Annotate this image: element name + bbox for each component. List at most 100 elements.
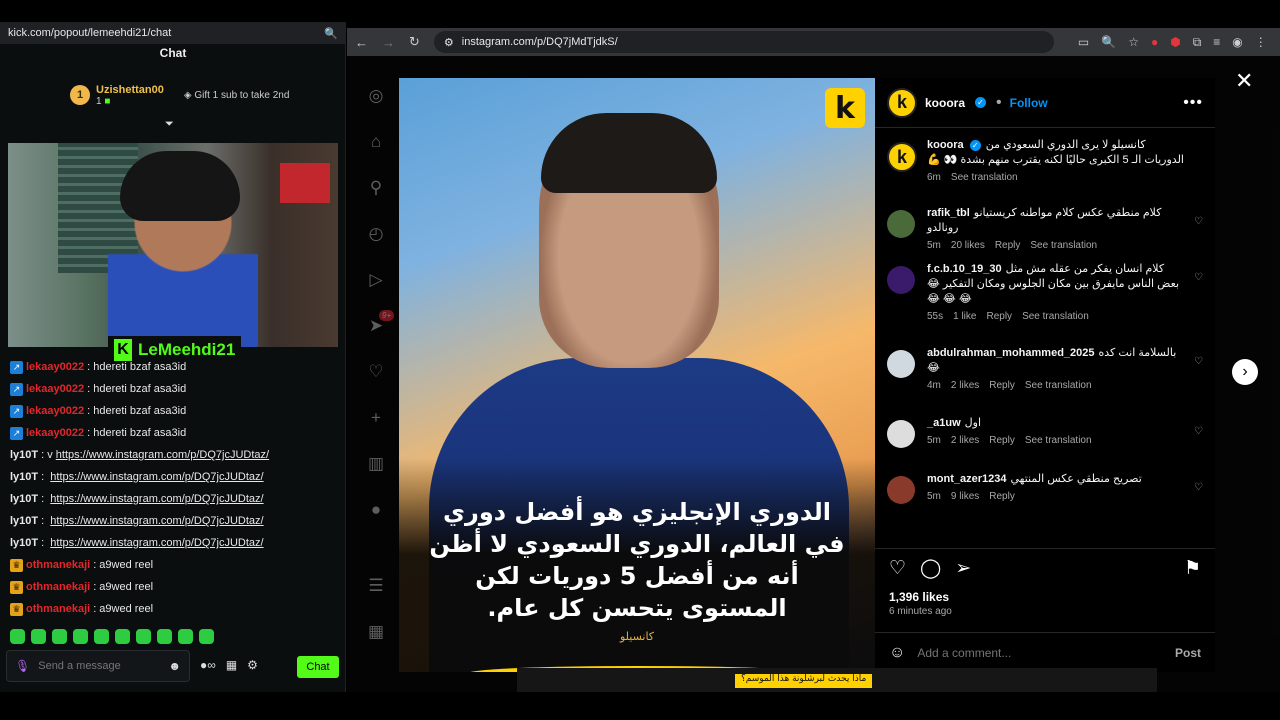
kick-address-bar[interactable]: kick.com/popout/lemeehdi21/chat 🔍 xyxy=(0,22,346,44)
chat-username[interactable]: ly10T xyxy=(10,493,38,505)
emoji-picker-icon[interactable]: ☻ xyxy=(168,659,181,673)
save-bookmark-icon[interactable]: ⚑ xyxy=(1184,557,1201,580)
commenter-username[interactable]: abdulrahman_mohammed_2025 xyxy=(927,347,1095,359)
chat-username[interactable]: lekaay0022 xyxy=(26,361,84,373)
chat-link[interactable]: https://www.instagram.com/p/DQ7jcJUDtaz/ xyxy=(50,537,263,549)
chat-link[interactable]: https://www.instagram.com/p/DQ7jcJUDtaz/ xyxy=(50,493,263,505)
extension-red-icon[interactable]: ● xyxy=(1151,35,1158,50)
forward-icon[interactable]: → xyxy=(382,35,395,50)
adblock-icon[interactable]: ⬢ xyxy=(1170,35,1180,50)
close-icon[interactable]: ✕ xyxy=(1235,68,1253,94)
chat-username[interactable]: lekaay0022 xyxy=(26,383,84,395)
comment-like-heart-icon[interactable]: ♡ xyxy=(1194,216,1203,227)
follow-button[interactable]: Follow xyxy=(1010,96,1048,110)
reply-button[interactable]: Reply xyxy=(986,311,1012,322)
extensions-puzzle-icon[interactable]: ⧉ xyxy=(1193,35,1202,50)
chat-link[interactable]: https://www.instagram.com/p/DQ7jcJUDtaz/ xyxy=(50,471,263,483)
site-info-icon[interactable]: ⚙ xyxy=(444,36,454,49)
collapse-icon[interactable]: ⏷ xyxy=(165,118,179,130)
address-bar[interactable]: ⚙ instagram.com/p/DQ7jMdTjdkS/ xyxy=(433,31,1054,53)
chat-link[interactable]: https://www.instagram.com/p/DQ7jcJUDtaz/ xyxy=(50,515,263,527)
chat-username[interactable]: ly10T xyxy=(10,449,38,461)
chat-username[interactable]: lekaay0022 xyxy=(26,405,84,417)
caption-username[interactable]: kooora xyxy=(927,139,964,151)
menu-dots-icon[interactable]: ⋮ xyxy=(1255,35,1267,50)
emoji-icon[interactable]: ☺ xyxy=(889,644,905,662)
see-translation-button[interactable]: See translation xyxy=(1030,240,1097,251)
cast-icon[interactable]: ▭ xyxy=(1078,35,1089,50)
emote-icon[interactable] xyxy=(199,629,214,644)
back-icon[interactable]: ← xyxy=(355,35,368,50)
chat-username[interactable]: othmanekaji xyxy=(26,603,90,615)
reload-icon[interactable]: ↻ xyxy=(409,34,420,50)
emote-icon[interactable] xyxy=(115,629,130,644)
comment-likes[interactable]: 2 likes xyxy=(951,380,979,391)
likes-count[interactable]: 1,396 likes xyxy=(889,590,949,604)
comment-likes[interactable]: 9 likes xyxy=(951,491,979,502)
microphone-icon[interactable]: 🎙 xyxy=(15,659,30,673)
commenter-username[interactable]: _a1uw xyxy=(927,417,961,429)
chat-username[interactable]: ly10T xyxy=(10,471,38,483)
see-translation-button[interactable]: See translation xyxy=(1025,435,1092,446)
gift-leaderboard[interactable]: 1 Uzishettan00 1 ■ ◈ Gift 1 sub to take … xyxy=(70,80,289,110)
comment-like-heart-icon[interactable]: ♡ xyxy=(1194,356,1203,367)
comment-likes[interactable]: 1 like xyxy=(953,311,976,322)
comment-like-heart-icon[interactable]: ♡ xyxy=(1194,272,1203,283)
commenter-username[interactable]: f.c.b.10_19_30 xyxy=(927,263,1002,275)
emote-icon[interactable] xyxy=(31,629,46,644)
emote-icon[interactable] xyxy=(73,629,88,644)
commenter-avatar[interactable] xyxy=(887,420,915,448)
see-translation-button[interactable]: See translation xyxy=(1025,380,1092,391)
share-icon[interactable]: ➢ xyxy=(955,557,971,580)
chat-message-input[interactable] xyxy=(38,660,149,672)
more-options-icon[interactable]: ••• xyxy=(1183,94,1203,112)
caption-see-translation[interactable]: See translation xyxy=(951,172,1018,183)
chat-username[interactable]: othmanekaji xyxy=(26,559,90,571)
account-name[interactable]: kooora xyxy=(925,96,965,110)
chat-username[interactable]: othmanekaji xyxy=(26,581,90,593)
commenter-username[interactable]: mont_azer1234 xyxy=(927,473,1007,485)
store-icon[interactable]: ▦ xyxy=(226,658,237,672)
emote-icon[interactable] xyxy=(136,629,151,644)
gift-sub-prompt[interactable]: ◈ Gift 1 sub to take 2nd xyxy=(184,90,290,101)
add-comment-input[interactable] xyxy=(917,645,1163,660)
see-translation-button[interactable]: See translation xyxy=(1022,311,1089,322)
commenter-username[interactable]: rafik_tbl xyxy=(927,207,970,219)
chat-input-box[interactable]: 🎙 ☻ xyxy=(6,650,190,682)
comment-likes[interactable]: 2 likes xyxy=(951,435,979,446)
account-avatar[interactable]: k xyxy=(887,87,917,118)
chat-username[interactable]: lekaay0022 xyxy=(26,427,84,439)
comment-likes[interactable]: 20 likes xyxy=(951,240,985,251)
reply-button[interactable]: Reply xyxy=(995,240,1021,251)
zoom-icon[interactable]: 🔍 xyxy=(1101,35,1116,50)
settings-gear-icon[interactable]: ⚙ xyxy=(247,658,258,672)
bookmark-star-icon[interactable]: ☆ xyxy=(1128,35,1139,50)
commenter-avatar[interactable] xyxy=(887,350,915,378)
caption-avatar[interactable]: k xyxy=(887,142,917,172)
reply-button[interactable]: Reply xyxy=(989,435,1015,446)
like-heart-icon[interactable]: ♡ xyxy=(889,557,906,580)
emote-icon[interactable] xyxy=(178,629,193,644)
commenter-avatar[interactable] xyxy=(887,210,915,238)
emote-icon[interactable] xyxy=(94,629,109,644)
emote-bar[interactable] xyxy=(10,629,214,644)
emote-icon[interactable] xyxy=(157,629,172,644)
comment-like-heart-icon[interactable]: ♡ xyxy=(1194,426,1203,437)
chat-username[interactable]: ly10T xyxy=(10,537,38,549)
reply-button[interactable]: Reply xyxy=(989,380,1015,391)
emote-icon[interactable] xyxy=(10,629,25,644)
related-post-tag[interactable]: ماذا يحدث لبرشلونة هذا الموسم؟ xyxy=(735,674,873,688)
reply-button[interactable]: Reply xyxy=(989,491,1015,502)
profile-icon[interactable]: ◉ xyxy=(1232,35,1242,50)
next-post-arrow-icon[interactable]: › xyxy=(1232,359,1258,385)
commenter-avatar[interactable] xyxy=(887,476,915,504)
emote-icon[interactable] xyxy=(52,629,67,644)
comment-like-heart-icon[interactable]: ♡ xyxy=(1194,482,1203,493)
comment-icon[interactable]: ◯ xyxy=(920,557,941,580)
chat-username[interactable]: ly10T xyxy=(10,515,38,527)
zoom-icon[interactable]: 🔍 xyxy=(324,27,338,40)
chat-link[interactable]: https://www.instagram.com/p/DQ7jcJUDtaz/ xyxy=(56,449,269,461)
commenter-avatar[interactable] xyxy=(887,266,915,294)
infinity-icon[interactable]: ●∞ xyxy=(200,658,216,672)
post-comment-button[interactable]: Post xyxy=(1175,646,1201,660)
